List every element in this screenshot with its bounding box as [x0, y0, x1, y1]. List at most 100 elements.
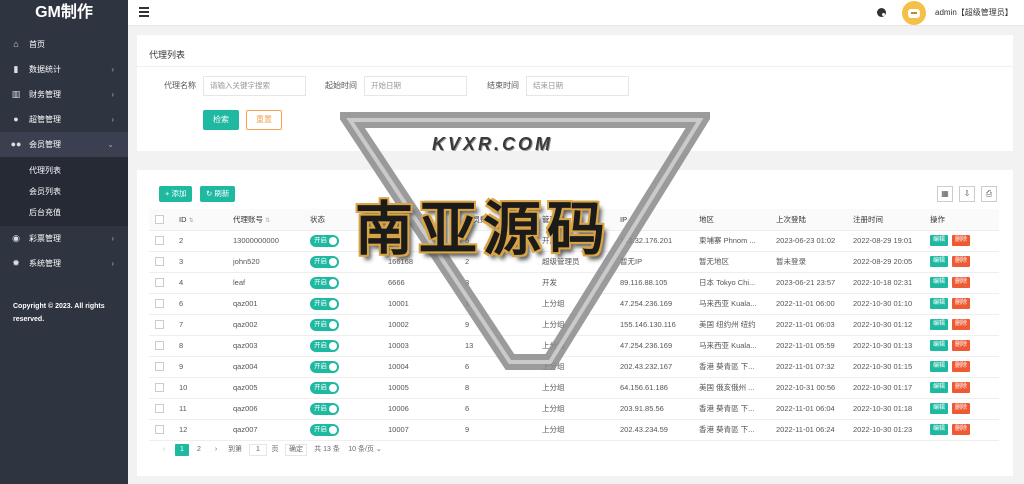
- status-toggle[interactable]: 开启: [310, 339, 339, 352]
- users-icon: ●●: [10, 139, 22, 149]
- delete-button[interactable]: 删除: [952, 319, 971, 330]
- edit-button[interactable]: 编辑: [930, 340, 949, 351]
- table-row: 11 qaz006 开启 10006 6 上分组 203.91.85.56 香港 葵青區 下.…: [149, 398, 999, 420]
- goto-confirm-button[interactable]: 确定: [285, 444, 307, 456]
- cell-account: 13000000000: [227, 230, 304, 252]
- sidebar-item-members[interactable]: ●● 会员管理 ⌄: [0, 132, 128, 157]
- cell-id: 2: [173, 230, 227, 252]
- edit-button[interactable]: 编辑: [930, 424, 949, 435]
- select-all-checkbox[interactable]: [149, 209, 173, 231]
- table-row: 7 qaz002 开启 10002 9 上分组 155.146.130.116 美国 纽约州 …: [149, 314, 999, 336]
- sidebar-item-super-admin[interactable]: ● 超管管理 ›: [0, 107, 128, 132]
- edit-button[interactable]: 编辑: [930, 277, 949, 288]
- delete-button[interactable]: 删除: [952, 403, 971, 414]
- column-header[interactable]: 代理账号 ⇅: [227, 209, 304, 231]
- page-2[interactable]: 2: [192, 444, 206, 456]
- goto-page-input[interactable]: 1: [249, 444, 267, 456]
- delete-button[interactable]: 删除: [952, 424, 971, 435]
- page-1[interactable]: 1: [175, 444, 189, 456]
- reset-button[interactable]: 重置: [246, 110, 282, 130]
- edit-button[interactable]: 编辑: [930, 256, 949, 267]
- copyright: Copyright © 2023. All rights reserved.: [13, 300, 113, 326]
- export-icon[interactable]: ⇩: [959, 186, 975, 202]
- row-checkbox[interactable]: [149, 419, 173, 441]
- cell-status: 开启: [304, 272, 382, 294]
- status-toggle[interactable]: 开启: [310, 234, 339, 247]
- avatar[interactable]: [902, 1, 926, 25]
- delete-button[interactable]: 删除: [952, 256, 971, 267]
- sidebar-subitem-members[interactable]: 会员列表: [0, 181, 128, 202]
- edit-button[interactable]: 编辑: [930, 298, 949, 309]
- copyright-line: reserved.: [13, 316, 45, 323]
- row-checkbox[interactable]: [149, 230, 173, 252]
- edit-button[interactable]: 编辑: [930, 403, 949, 414]
- end-date-input[interactable]: 结束日期: [526, 76, 629, 96]
- row-checkbox[interactable]: [149, 398, 173, 420]
- user-name[interactable]: admin【超级管理员】: [935, 0, 1013, 26]
- delete-button[interactable]: 删除: [952, 382, 971, 393]
- sidebar-nav: ⌂ 首页 ▮ 数据统计 › ▥ 财务管理 › ● 超管管理 › ●● 会员管理 …: [0, 32, 128, 276]
- sidebar-item-lottery[interactable]: ◉ 彩票管理 ›: [0, 226, 128, 251]
- edit-button[interactable]: 编辑: [930, 235, 949, 246]
- agent-name-input[interactable]: 请输入关键字搜索: [203, 76, 306, 96]
- refresh-button-label: 刷新: [214, 189, 230, 198]
- delete-button[interactable]: 删除: [952, 235, 971, 246]
- row-checkbox[interactable]: [149, 377, 173, 399]
- next-page-icon[interactable]: ›: [211, 444, 221, 456]
- status-toggle[interactable]: 开启: [310, 276, 339, 289]
- cell-region: 美国 俄亥俄州 ...: [693, 377, 770, 399]
- column-header[interactable]: ID ⇅: [173, 209, 227, 231]
- prev-page-icon[interactable]: ‹: [159, 444, 169, 456]
- cell-account: qaz005: [227, 377, 304, 399]
- delete-button[interactable]: 删除: [952, 361, 971, 372]
- search-panel: 代理列表 代理名称 请输入关键字搜索 起始时间 开始日期 结束时间 结束日期 检…: [137, 35, 1013, 151]
- delete-button[interactable]: 删除: [952, 340, 971, 351]
- row-checkbox[interactable]: [149, 314, 173, 336]
- sort-icon[interactable]: ⇅: [189, 218, 194, 224]
- status-toggle[interactable]: 开启: [310, 318, 339, 331]
- row-checkbox[interactable]: [149, 293, 173, 315]
- cell-ip: 64.156.61.186: [614, 377, 693, 399]
- sidebar-subitem-agents[interactable]: 代理列表: [0, 160, 128, 181]
- sidebar-subitem-recharge[interactable]: 后台充值: [0, 202, 128, 223]
- status-toggle[interactable]: 开启: [310, 423, 339, 436]
- row-checkbox[interactable]: [149, 251, 173, 273]
- sidebar-item-finance[interactable]: ▥ 财务管理 ›: [0, 82, 128, 107]
- cell-id: 7: [173, 314, 227, 336]
- sidebar-item-home[interactable]: ⌂ 首页: [0, 32, 128, 57]
- cell-account: qaz002: [227, 314, 304, 336]
- columns-icon[interactable]: ▦: [937, 186, 953, 202]
- edit-button[interactable]: 编辑: [930, 361, 949, 372]
- edit-button[interactable]: 编辑: [930, 319, 949, 330]
- cell-invite-code: 10005: [382, 377, 459, 399]
- delete-button[interactable]: 删除: [952, 277, 971, 288]
- delete-button[interactable]: 删除: [952, 298, 971, 309]
- row-checkbox[interactable]: [149, 335, 173, 357]
- status-toggle[interactable]: 开启: [310, 360, 339, 373]
- sidebar-item-label: 会员管理: [29, 140, 61, 149]
- status-toggle[interactable]: 开启: [310, 402, 339, 415]
- row-checkbox[interactable]: [149, 272, 173, 294]
- menu-toggle-icon[interactable]: [139, 7, 149, 17]
- print-icon[interactable]: ⎙: [981, 186, 997, 202]
- add-button[interactable]: + 添加: [159, 186, 193, 202]
- start-date-input[interactable]: 开始日期: [364, 76, 467, 96]
- page-unit: 页: [271, 446, 279, 453]
- sidebar-item-system[interactable]: ✹ 系统管理 ›: [0, 251, 128, 276]
- cell-reg-time: 2022-10-30 01:23: [847, 419, 924, 441]
- chevron-right-icon: ›: [111, 259, 114, 268]
- theme-palette-icon[interactable]: [877, 8, 886, 17]
- status-toggle[interactable]: 开启: [310, 381, 339, 394]
- sidebar-item-statistics[interactable]: ▮ 数据统计 ›: [0, 57, 128, 82]
- search-button[interactable]: 检索: [203, 110, 239, 130]
- table-row: 9 qaz004 开启 10004 6 上分组 202.43.232.167 香港 葵青區 下…: [149, 356, 999, 378]
- sort-icon[interactable]: ⇅: [265, 218, 270, 224]
- per-page-select[interactable]: 10 条/页 ⌄: [345, 444, 385, 456]
- cell-ip: 152.32.176.201: [614, 230, 693, 252]
- table-row: 6 qaz001 开启 10001 14 上分组 47.254.236.169 马来西亚 Ku…: [149, 293, 999, 315]
- status-toggle[interactable]: 开启: [310, 297, 339, 310]
- edit-button[interactable]: 编辑: [930, 382, 949, 393]
- row-checkbox[interactable]: [149, 356, 173, 378]
- status-toggle[interactable]: 开启: [310, 255, 339, 268]
- refresh-button[interactable]: ↻ 刷新: [200, 186, 236, 202]
